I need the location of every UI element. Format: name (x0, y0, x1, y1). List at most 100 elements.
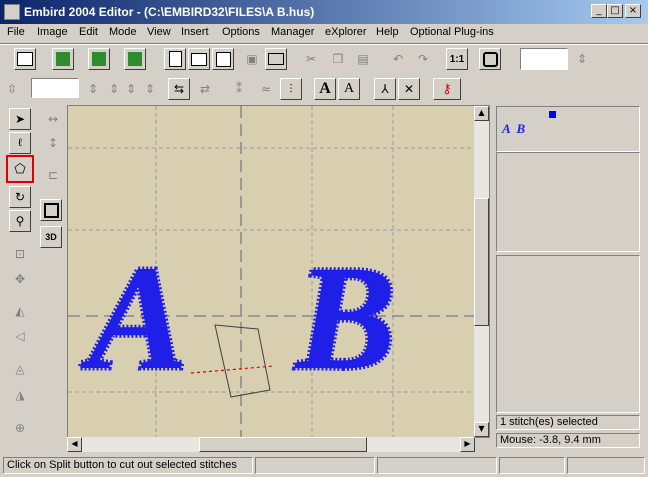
stop-button[interactable] (479, 48, 501, 70)
stitch-letter-b[interactable]: B (292, 233, 399, 404)
new-icon (168, 51, 182, 67)
delete-view-button[interactable] (124, 48, 146, 70)
program-icon[interactable] (4, 4, 20, 20)
swap-icon[interactable]: ⇄ (196, 80, 214, 98)
disconnect-button[interactable]: ✕ (398, 78, 420, 100)
text-button[interactable]: A (314, 78, 336, 100)
move-y-icon[interactable]: ↕ (44, 134, 62, 152)
menu-explorer[interactable]: eXplorer (325, 26, 367, 38)
align-icon[interactable]: ⇳ (3, 80, 21, 98)
print-button[interactable] (265, 48, 287, 70)
spin-x-icon[interactable]: ⇕ (84, 80, 102, 98)
redo-icon[interactable]: ↷ (414, 50, 432, 68)
preview-marker (549, 111, 556, 118)
node-icon[interactable]: ⊏ (44, 166, 62, 184)
select-tool[interactable]: ➤ (9, 108, 31, 130)
canvas-graphics: A B (68, 106, 489, 437)
design-canvas[interactable]: A B (67, 105, 490, 438)
menu-manager[interactable]: Manager (271, 26, 314, 38)
spin-w-icon[interactable]: ⇕ (122, 80, 140, 98)
menu-optional-plugins[interactable]: Optional Plug-ins (410, 26, 494, 38)
lock-button[interactable]: ⚷ (433, 78, 461, 100)
frame-button[interactable] (40, 199, 62, 221)
color-panel[interactable] (496, 152, 640, 252)
new-button[interactable] (164, 48, 186, 70)
arrow-icon: ➤ (14, 112, 26, 126)
hscroll-thumb[interactable] (199, 437, 367, 452)
value-field[interactable] (520, 48, 568, 70)
scroll-thumb[interactable] (474, 198, 489, 326)
disconnect-icon: ✕ (403, 82, 415, 96)
flip-v-icon[interactable]: ◁ (11, 327, 29, 345)
save-button[interactable] (212, 48, 234, 70)
title-bar: Embird 2004 Editor - (C:\EMBIRD32\FILES\… (0, 0, 648, 24)
spin-icon[interactable]: ⇕ (573, 50, 591, 68)
split-tool[interactable]: ⬠ (6, 155, 34, 183)
scroll-left-icon[interactable]: ◀ (67, 437, 82, 452)
skew-icon[interactable]: ◬ (11, 360, 29, 378)
position-field[interactable] (31, 78, 79, 98)
scroll-up-icon[interactable]: ▲ (474, 106, 489, 121)
mirror-button[interactable]: ⇆ (168, 78, 190, 100)
canvas-hscrollbar[interactable]: ◀ ▶ (67, 437, 475, 452)
zoom-tool[interactable]: ⚲ (9, 210, 31, 232)
lasso-tool[interactable]: ℓ (9, 132, 31, 154)
disk-icon[interactable]: ▣ (243, 50, 261, 68)
close-icon[interactable]: × (625, 4, 641, 18)
menu-edit[interactable]: Edit (79, 26, 98, 38)
stitch-letter-a[interactable]: A (78, 233, 191, 404)
hoop-button[interactable] (14, 48, 36, 70)
cut-icon[interactable]: ✂ (302, 50, 320, 68)
move-x-icon[interactable]: ↔ (44, 110, 62, 128)
scroll-right-icon[interactable]: ▶ (460, 437, 475, 452)
menu-file[interactable]: File (7, 26, 25, 38)
minimize-icon[interactable]: _ (591, 4, 607, 18)
rotate-tool[interactable]: ↻ (9, 186, 31, 208)
maximize-icon[interactable]: □ (607, 4, 623, 18)
split-tree-icon: ⅄ (381, 82, 389, 96)
lasso-icon: ℓ (18, 137, 22, 149)
stop-icon (482, 51, 498, 67)
menu-bar: File Image Edit Mode View Insert Options… (0, 24, 648, 42)
scroll-down-icon[interactable]: ▼ (474, 422, 489, 437)
center-icon[interactable]: ⊕ (11, 419, 29, 437)
3d-button[interactable]: 3D (40, 226, 62, 248)
jump-stitch (190, 365, 275, 374)
frame-icon (43, 202, 59, 218)
menu-options[interactable]: Options (222, 26, 260, 38)
design-preview-panel[interactable]: A B (496, 106, 640, 152)
status-section-4 (499, 457, 565, 474)
flip-h-icon[interactable]: ◭ (11, 302, 29, 320)
preview-letters: A B (502, 121, 526, 136)
menu-insert[interactable]: Insert (181, 26, 209, 38)
menu-help[interactable]: Help (376, 26, 399, 38)
camera-button[interactable] (88, 48, 110, 70)
split-tree-button[interactable]: ⅄ (374, 78, 396, 100)
column-icon: ⫶ (289, 81, 293, 96)
scatter-icon[interactable]: ⁑ (230, 80, 248, 98)
split-selection-polygon[interactable] (214, 324, 271, 398)
move-icon[interactable]: ✥ (11, 270, 29, 288)
canvas-vscrollbar[interactable]: ▲ ▼ (474, 106, 489, 437)
text-edit-button[interactable]: A (338, 78, 360, 100)
spin-h-icon[interactable]: ⇕ (141, 80, 159, 98)
menu-view[interactable]: View (147, 26, 171, 38)
copy-icon[interactable]: ❐ (329, 50, 347, 68)
status-section-2 (255, 457, 375, 474)
split-icon: ⬠ (14, 161, 26, 176)
status-section-5 (567, 457, 645, 474)
delete-view-icon (128, 52, 142, 66)
open-icon (191, 52, 207, 66)
zoom-ratio-button[interactable]: 1:1 (446, 48, 468, 70)
menu-mode[interactable]: Mode (109, 26, 137, 38)
resize-icon[interactable]: ⊡ (11, 245, 29, 263)
column-button[interactable]: ⫶ (280, 78, 302, 100)
zoom-fit-button[interactable] (52, 48, 74, 70)
slant-icon[interactable]: ◮ (11, 386, 29, 404)
paste-icon[interactable]: ▤ (354, 50, 372, 68)
open-button[interactable] (188, 48, 210, 70)
wave-icon[interactable]: ≈ (257, 80, 275, 98)
menu-image[interactable]: Image (37, 26, 68, 38)
undo-icon[interactable]: ↶ (389, 50, 407, 68)
spin-y-icon[interactable]: ⇕ (105, 80, 123, 98)
